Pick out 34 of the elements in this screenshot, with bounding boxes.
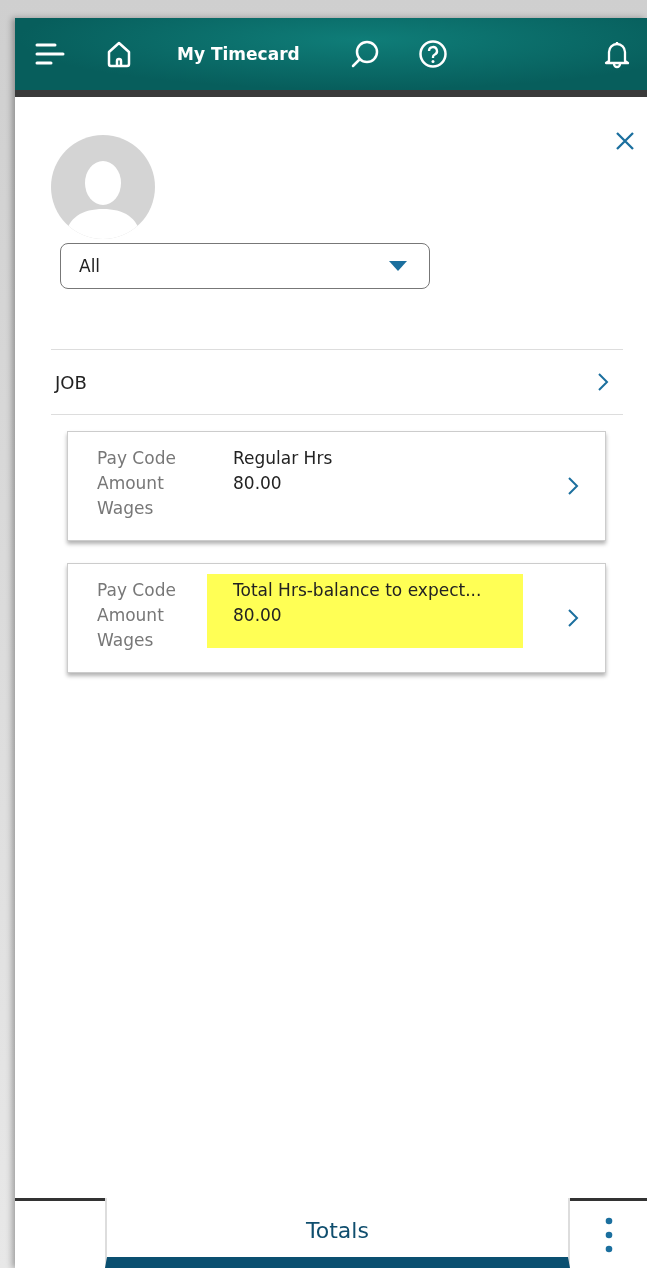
search-icon [349,39,380,69]
more-vertical-icon [604,1216,613,1253]
field-value: 80.00 [233,472,283,495]
home-icon [105,40,133,68]
job-row[interactable]: JOB [51,349,623,415]
field-value: Regular Hrs [233,447,334,470]
help-icon [417,39,448,69]
search-button[interactable] [349,39,380,69]
menu-button[interactable] [35,42,65,66]
close-icon [615,131,635,151]
field-value: Total Hrs-balance to expect... [233,579,483,602]
notifications-button[interactable] [602,39,632,69]
home-button[interactable] [105,40,133,68]
field-label: Amount [97,604,165,627]
field-label: Wages [97,629,155,652]
page-title: My Timecard [177,44,300,64]
pay-code-card[interactable]: Pay Code Amount Wages Total Hrs-balance to expect... 80.00 [67,563,606,673]
filter-dropdown[interactable]: All [60,243,430,289]
field-label: Wages [97,497,155,520]
caret-icon [389,261,407,271]
more-button[interactable] [570,1198,647,1268]
field-value: 80.00 [233,604,283,627]
close-button[interactable] [615,131,635,151]
field-label: Pay Code [97,579,177,602]
help-button[interactable] [417,39,448,69]
bell-icon [602,39,632,69]
tab[interactable]: Totals [105,1198,570,1268]
chevron-right-icon [597,372,609,392]
pay-code-card[interactable]: Pay Code Amount Wages Regular Hrs 80.00 [67,431,606,541]
field-label: Amount [97,472,165,495]
field-label: Pay Code [97,447,177,470]
chevron-right-icon [567,608,579,628]
menu-icon [35,42,65,66]
chevron-right-icon [567,476,579,496]
